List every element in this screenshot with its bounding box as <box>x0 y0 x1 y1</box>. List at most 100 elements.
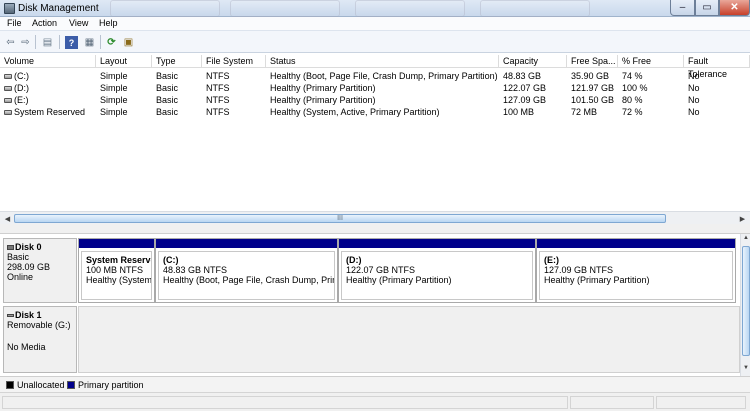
disk-name: Disk 0 <box>15 242 42 252</box>
disk-1-empty-area[interactable] <box>78 306 740 373</box>
table-row[interactable]: System Reserved Simple Basic NTFS Health… <box>0 106 750 118</box>
disk-0-label[interactable]: Disk 0 Basic 298.09 GB Online <box>3 238 77 303</box>
menu-view[interactable]: View <box>69 18 88 28</box>
toolbar: ⇦ ⇨ ▤ ? ▦ ⟳ ▣ <box>0 31 750 53</box>
column-header-volume[interactable]: Volume <box>0 55 96 68</box>
disk-state: Online <box>7 272 34 282</box>
partition-system-reserved[interactable]: System Reserve 100 MB NTFS Healthy (Syst… <box>78 238 155 303</box>
disk-graphical-view: Disk 0 Basic 298.09 GB Online System Res… <box>0 234 740 376</box>
status-cell: Healthy (Boot, Page File, Crash Dump, Pr… <box>270 71 498 81</box>
horizontal-scroll-thumb[interactable]: III <box>14 214 666 223</box>
drive-icon <box>4 98 12 104</box>
volume-list-header: Volume Layout Type File System Status Ca… <box>0 55 750 79</box>
disk-management-app-icon <box>4 3 15 14</box>
refresh-icon[interactable]: ⟳ <box>105 36 118 49</box>
column-header-percent-free[interactable]: % Free <box>618 55 684 68</box>
table-row[interactable]: (D:) Simple Basic NTFS Healthy (Primary … <box>0 82 750 94</box>
status-bar <box>0 392 750 411</box>
type-cell: Basic <box>156 83 179 93</box>
back-arrow-icon[interactable]: ⇦ <box>4 36 17 49</box>
console-tree-icon[interactable]: ▤ <box>41 36 54 49</box>
file-system-cell: NTFS <box>206 83 230 93</box>
layout-cell: Simple <box>100 71 128 81</box>
fault-tolerance-cell: No <box>688 107 700 117</box>
forward-arrow-icon[interactable]: ⇨ <box>19 36 32 49</box>
type-cell: Basic <box>156 95 179 105</box>
volume-name-cell: (C:) <box>4 70 29 82</box>
partition-e[interactable]: (E:) 127.09 GB NTFS Healthy (Primary Par… <box>536 238 736 303</box>
maximize-button[interactable]: ▭ <box>695 0 719 16</box>
column-header-free-space[interactable]: Free Spa... <box>567 55 618 68</box>
menu-help[interactable]: Help <box>99 18 118 28</box>
unallocated-swatch <box>6 381 14 389</box>
table-row[interactable]: (C:) Simple Basic NTFS Healthy (Boot, Pa… <box>0 70 750 82</box>
scroll-left-icon[interactable]: ◀ <box>2 213 13 224</box>
fault-tolerance-cell: No <box>688 71 700 81</box>
minimize-button[interactable]: – <box>670 0 695 16</box>
scroll-grip: III <box>337 215 343 222</box>
free-space-cell: 101.50 GB <box>571 95 615 105</box>
toolbar-separator <box>35 35 36 49</box>
scroll-right-icon[interactable]: ▶ <box>737 213 748 224</box>
partition-d[interactable]: (D:) 122.07 GB NTFS Healthy (Primary Par… <box>338 238 536 303</box>
partition-status: Healthy (Boot, Page File, Crash Dump, Pr… <box>163 275 335 285</box>
column-header-layout[interactable]: Layout <box>96 55 152 68</box>
column-header-capacity[interactable]: Capacity <box>499 55 567 68</box>
status-pane-main <box>2 396 568 409</box>
vertical-scroll-thumb[interactable] <box>742 246 750 356</box>
disk-type: Basic <box>7 252 30 262</box>
maximize-icon: ▭ <box>702 2 712 13</box>
scroll-up-icon[interactable]: ▲ <box>742 235 750 244</box>
title-bar: Disk Management – ▭ ✕ <box>0 0 750 17</box>
window-title: Disk Management <box>18 3 99 14</box>
pane-splitter[interactable] <box>0 224 750 234</box>
partition-name: System Reserve <box>86 255 152 265</box>
layout-cell: Simple <box>100 107 128 117</box>
close-button[interactable]: ✕ <box>719 0 750 16</box>
menu-action[interactable]: Action <box>32 18 57 28</box>
background-window-ghost <box>230 0 340 17</box>
toolbar-separator <box>59 35 60 49</box>
hard-disk-icon <box>7 245 14 251</box>
partition-info: System Reserve 100 MB NTFS Healthy (Syst… <box>81 251 152 300</box>
partition-info: (D:) 122.07 GB NTFS Healthy (Primary Par… <box>341 251 533 300</box>
horizontal-scrollbar[interactable]: ◀ III ▶ <box>0 211 750 224</box>
volume-name-cell: (E:) <box>4 94 29 106</box>
capacity-cell: 100 MB <box>503 107 535 117</box>
minimize-icon: – <box>679 2 686 13</box>
menu-bar: File Action View Help <box>0 17 750 31</box>
column-header-type[interactable]: Type <box>152 55 202 68</box>
partition-name: (C:) <box>163 255 179 265</box>
percent-free-cell: 80 % <box>622 95 643 105</box>
vertical-scrollbar[interactable]: ▲ ▼ <box>740 234 750 376</box>
column-header-status[interactable]: Status <box>266 55 499 68</box>
partition-size: 100 MB NTFS <box>86 265 144 275</box>
column-header-file-system[interactable]: File System <box>202 55 266 68</box>
scroll-down-icon[interactable]: ▼ <box>742 365 750 374</box>
column-header-fault-tolerance[interactable]: Fault Tolerance <box>684 55 750 79</box>
close-icon: ✕ <box>730 2 739 13</box>
layout-cell: Simple <box>100 95 128 105</box>
primary-partition-bar <box>79 239 154 248</box>
properties-icon[interactable]: ▦ <box>83 36 96 49</box>
status-cell: Healthy (Primary Partition) <box>270 83 376 93</box>
primary-partition-bar <box>156 239 337 248</box>
partition-name: (D:) <box>346 255 362 265</box>
volume-name-cell: System Reserved <box>4 106 85 118</box>
partition-status: Healthy (System, <box>86 275 152 285</box>
file-system-cell: NTFS <box>206 95 230 105</box>
partition-c[interactable]: (C:) 48.83 GB NTFS Healthy (Boot, Page F… <box>155 238 338 303</box>
menu-file[interactable]: File <box>7 18 22 28</box>
percent-free-cell: 74 % <box>622 71 643 81</box>
disk-1-label[interactable]: Disk 1 Removable (G:) No Media <box>3 306 77 373</box>
capacity-cell: 48.83 GB <box>503 71 542 81</box>
status-pane-tertiary <box>656 396 746 409</box>
background-window-ghost <box>355 0 465 17</box>
help-icon[interactable]: ? <box>65 36 78 49</box>
volume-name-cell: (D:) <box>4 82 29 94</box>
file-system-cell: NTFS <box>206 107 230 117</box>
export-list-icon[interactable]: ▣ <box>122 36 135 49</box>
partition-size: 127.09 GB NTFS <box>544 265 614 275</box>
primary-partition-bar <box>339 239 535 248</box>
table-row[interactable]: (E:) Simple Basic NTFS Healthy (Primary … <box>0 94 750 106</box>
